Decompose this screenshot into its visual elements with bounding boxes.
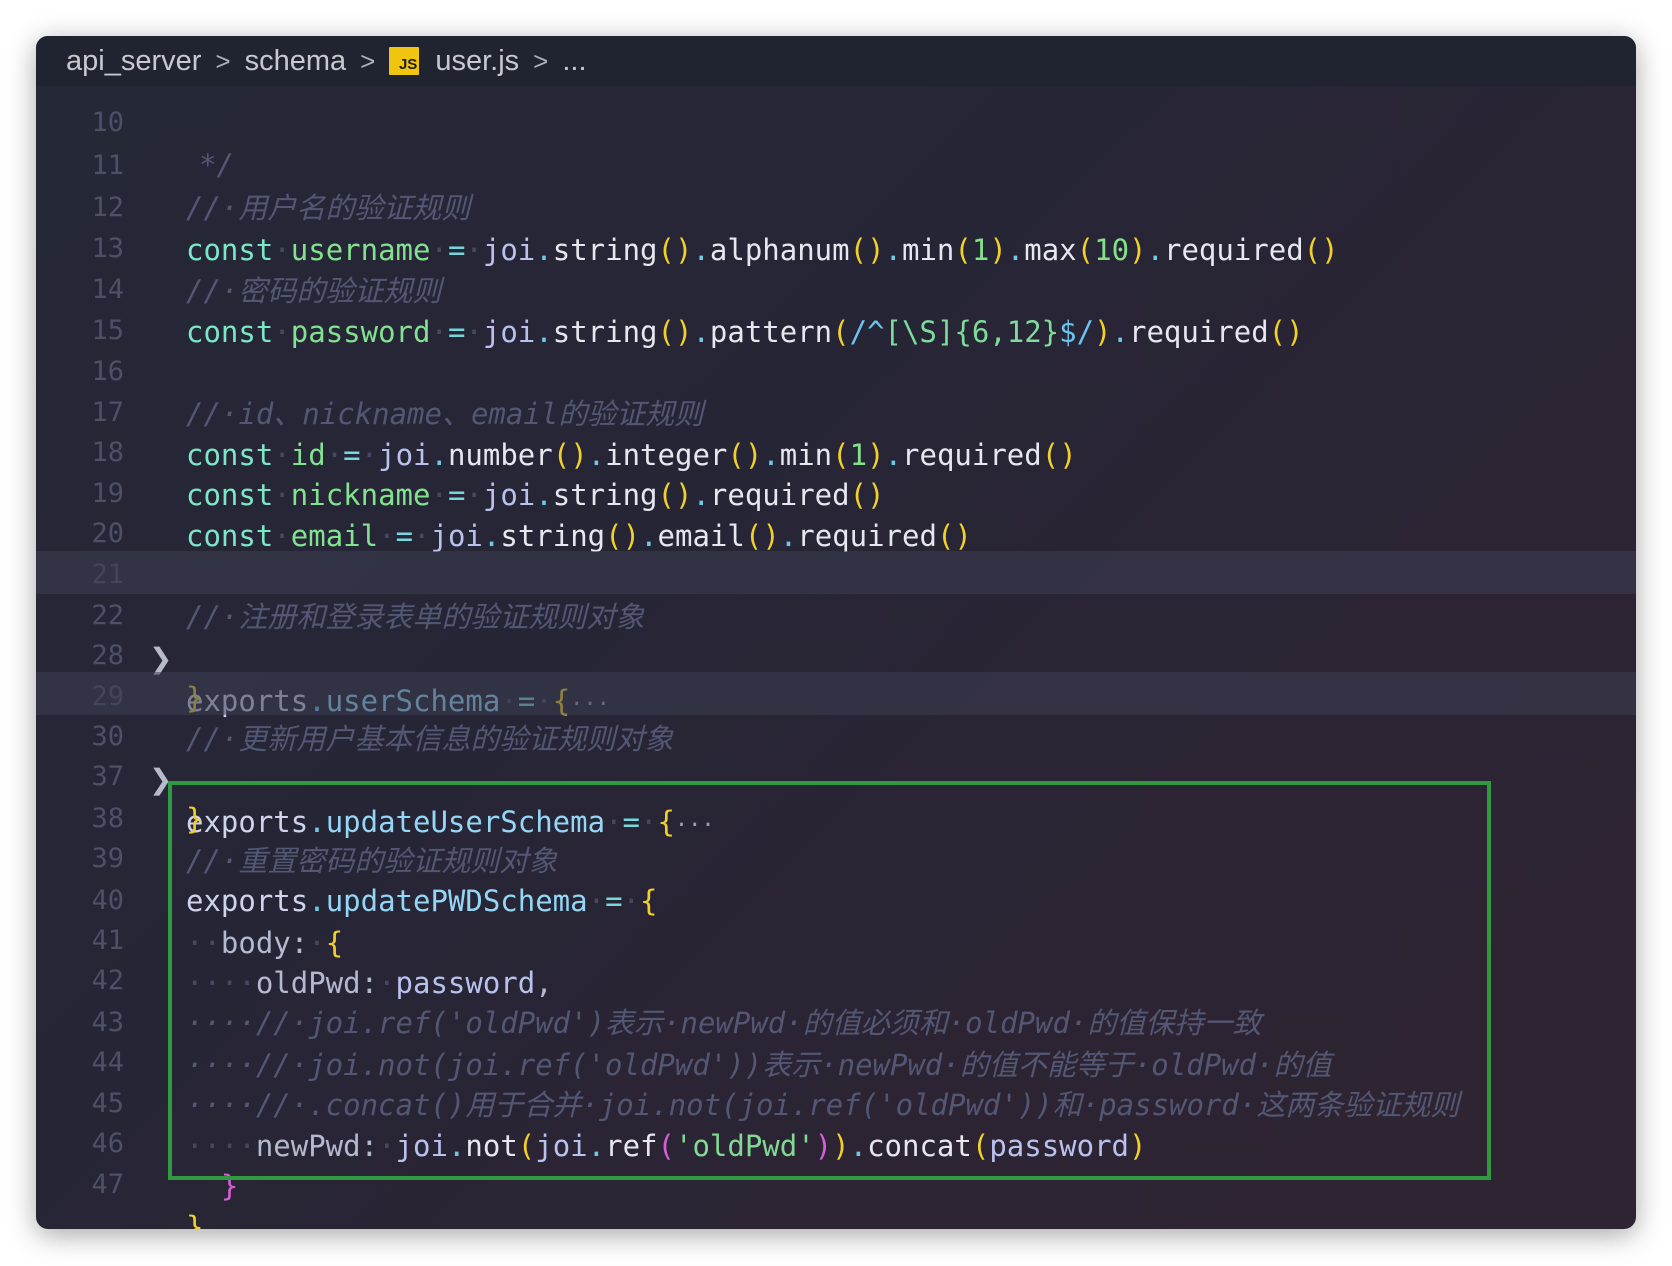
code-line: 43 ····//·joi.not(joi.ref('oldPwd'))表示·n… (36, 958, 1636, 1082)
line-number: 47 (91, 1169, 124, 1200)
code-line: 14 const·password·=·joi.string().pattern… (36, 225, 1636, 349)
code-line: 21 //·注册和登录表单的验证规则对象 (36, 510, 1636, 634)
code-line: 12 const·username·=·joi.string().alphanu… (36, 143, 1636, 267)
code-line: 41 ····oldPwd:·password, (36, 876, 1636, 1000)
code-line: 40 ··body:·{ (36, 836, 1636, 960)
code-line: 47 } (36, 1120, 1636, 1229)
code-line: 46 } (36, 1079, 1636, 1203)
code-line: 42 ····//·joi.ref('oldPwd')表示·newPwd·的值必… (36, 916, 1636, 1040)
code-line-folded: 30 ❯ exports.updateUserSchema·=·{··· (36, 672, 1636, 839)
code-line: 45 ····newPwd:·joi.not(joi.ref('oldPwd')… (36, 1039, 1636, 1163)
code-line: 38 //·重置密码的验证规则对象 (36, 754, 1636, 878)
code-line: 28 } (36, 591, 1636, 715)
code-line: 19 const·email·=·joi.string().email().re… (36, 429, 1636, 553)
code-line: 29 //·更新用户基本信息的验证规则对象 (36, 632, 1636, 756)
code-area[interactable]: 10 */ 11 //·用户名的验证规则 12 const·username·=… (36, 86, 1636, 1229)
code-line: 11 //·用户名的验证规则 (36, 101, 1636, 225)
line-text: } (186, 1210, 204, 1229)
code-line: 18 const·nickname·=·joi.string().require… (36, 388, 1636, 512)
code-line: 17 const·id·=·joi.number().integer().min… (36, 348, 1636, 472)
line-text: } (186, 1169, 239, 1203)
editor-window: api_server > schema > JS user.js > ... 1… (36, 36, 1636, 1229)
code-line: 20 (36, 469, 1636, 549)
code-line: 37 } (36, 712, 1636, 836)
code-line: 39 exports.updatePWDSchema·=·{ (36, 794, 1636, 918)
code-line: 16 //·id、nickname、email的验证规则 (36, 307, 1636, 431)
code-line-folded: 22 ❯ exports.userSchema·=·{··· (36, 551, 1636, 718)
code-line: 44 ····//·.concat()用于合并·joi.not(joi.ref(… (36, 998, 1636, 1122)
code-line: 15 (36, 266, 1636, 346)
code-line: 10 */ (36, 58, 1636, 182)
code-line: 13 //·密码的验证规则 (36, 184, 1636, 308)
